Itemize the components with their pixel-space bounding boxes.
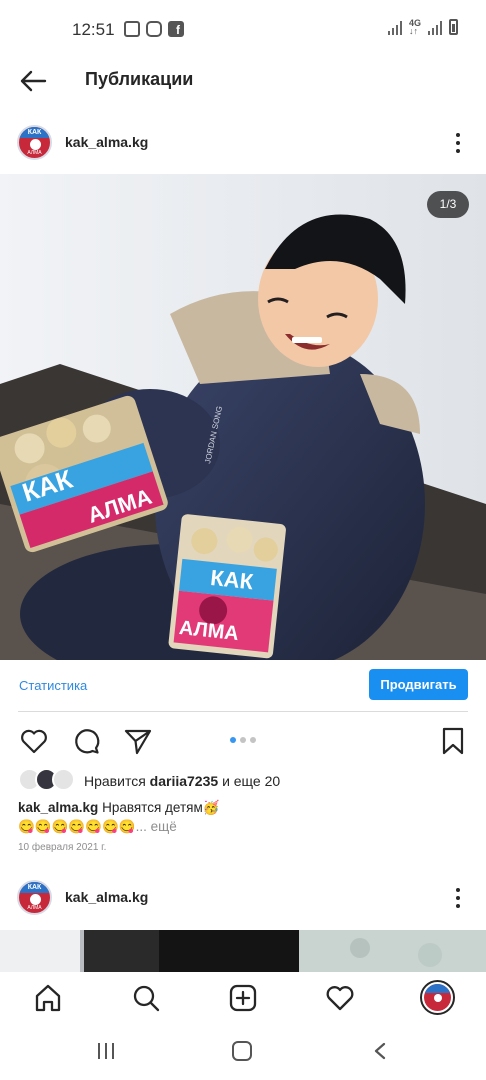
bookmark-icon[interactable]	[438, 726, 468, 756]
search-icon[interactable]	[130, 982, 162, 1014]
apple-logo-icon	[30, 139, 41, 150]
post-username[interactable]: kak_alma.kg	[65, 134, 148, 150]
arrow-left-icon[interactable]	[18, 66, 48, 96]
post-username[interactable]: kak_alma.kg	[65, 889, 148, 905]
battery-icon	[449, 19, 458, 35]
carousel-dot	[240, 737, 246, 743]
post-image[interactable]: КАК АЛМА КАК АЛМА JORDAN SONG 1/3	[0, 174, 486, 660]
post-caption: kak_alma.kg Нравятся детям🥳 😋😋😋😋😋😋😋... е…	[18, 798, 468, 836]
likes-row[interactable]: Нравится dariia7235 и еще 20	[18, 768, 468, 794]
status-system-icons: 4G ↓↑	[387, 18, 458, 36]
post-photo: КАК АЛМА КАК АЛМА JORDAN SONG	[0, 174, 486, 660]
back-button-icon[interactable]	[372, 1042, 388, 1060]
likes-user[interactable]: dariia7235	[150, 773, 219, 789]
status-notification-icons: f	[124, 21, 184, 37]
page-title: Публикации	[85, 69, 194, 89]
recent-apps-icon[interactable]	[98, 1043, 114, 1059]
activity-heart-icon[interactable]	[324, 982, 356, 1014]
carousel-dot-active	[230, 737, 236, 743]
likes-text: Нравится dariia7235 и еще 20	[84, 773, 281, 789]
comment-icon[interactable]	[71, 726, 101, 756]
avatar[interactable]: КАК АЛМА	[17, 125, 52, 160]
next-post-header: КАК АЛМА kak_alma.kg	[0, 876, 486, 920]
more-options-icon[interactable]	[448, 886, 468, 910]
signal-icon	[428, 19, 442, 35]
bottom-navigation	[0, 972, 486, 1024]
promote-button[interactable]: Продвигать	[369, 669, 468, 700]
gallery-icon	[124, 21, 140, 37]
carousel-dots	[230, 737, 256, 743]
app-header: Публикации	[0, 60, 486, 100]
carousel-dot	[250, 737, 256, 743]
signal-icon	[387, 19, 402, 35]
liker-avatars	[18, 768, 78, 792]
share-icon[interactable]	[123, 726, 153, 756]
post-actions	[0, 720, 486, 762]
apple-logo-icon	[30, 894, 41, 905]
status-bar: 12:51 f 4G ↓↑	[0, 0, 486, 60]
avatar[interactable]: КАК АЛМА	[17, 880, 52, 915]
heart-icon[interactable]	[19, 726, 49, 756]
caption-emojis: 😋😋😋😋😋😋😋	[18, 819, 136, 834]
caption-username[interactable]: kak_alma.kg	[18, 800, 98, 815]
next-post-image[interactable]	[0, 930, 486, 972]
caption-text: Нравятся детям🥳	[102, 800, 220, 815]
home-icon[interactable]	[32, 982, 64, 1014]
home-button-icon[interactable]	[232, 1041, 252, 1061]
avatar	[52, 768, 75, 791]
image-counter: 1/3	[427, 191, 469, 218]
facebook-icon: f	[168, 21, 184, 37]
instagram-icon	[146, 21, 162, 37]
insights-row: Статистика Продвигать	[18, 660, 468, 712]
4g-icon: 4G ↓↑	[408, 18, 421, 36]
package-label-top: КАК	[209, 565, 255, 594]
status-time: 12:51	[72, 20, 115, 39]
post-date: 10 февраля 2021 г.	[18, 842, 107, 853]
profile-avatar[interactable]	[420, 980, 455, 1015]
statistics-link[interactable]: Статистика	[19, 678, 87, 693]
more-options-icon[interactable]	[448, 131, 468, 155]
post-header: КАК АЛМА kak_alma.kg	[0, 121, 486, 165]
add-post-icon[interactable]	[227, 982, 259, 1014]
system-navigation	[0, 1024, 486, 1080]
caption-more-link[interactable]: ... ещё	[136, 819, 177, 834]
